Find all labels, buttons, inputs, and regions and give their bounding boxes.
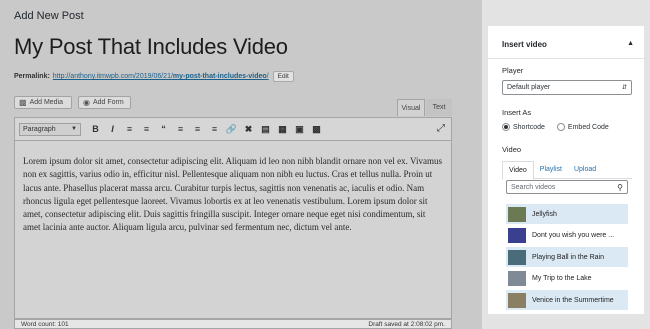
search-videos-input[interactable]: Search videos ⚲ [506, 180, 628, 194]
blockquote-icon[interactable]: “ [155, 124, 172, 134]
video-thumbnail [508, 228, 526, 243]
permalink-link[interactable]: http://anthony.itmwpb.com/2019/06/21/my-… [53, 73, 269, 80]
bulleted-list-icon[interactable]: ≡ [121, 124, 138, 134]
bold-icon[interactable]: B [87, 124, 104, 134]
format-select-value: Paragraph [23, 125, 56, 133]
format-select[interactable]: Paragraph ▼ [19, 122, 81, 136]
align-left-icon[interactable]: ≡ [172, 124, 189, 134]
video-title: Jellyfish [532, 210, 557, 218]
permalink-label: Permalink: [14, 73, 50, 80]
media-icon: ▩ [19, 98, 27, 107]
collapse-arrow-icon[interactable]: ▲ [627, 40, 634, 47]
form-icon: ◉ [83, 98, 90, 107]
insert-video-panel: Insert video ▲ Player Default player ⇵ I… [488, 26, 644, 314]
search-placeholder: Search videos [511, 183, 556, 191]
table-icon[interactable]: ▦ [274, 124, 291, 135]
list-item[interactable]: Playing Ball in the Rain [506, 247, 628, 267]
permalink-slug: my-post-that-includes-video [172, 73, 267, 80]
permalink-row: Permalink: http://anthony.itmwpb.com/201… [14, 71, 294, 82]
insert-as-label: Insert As [502, 108, 532, 117]
editor-toolbar: Paragraph ▼ B I ≡ ≡ “ ≡ ≡ ≡ 🔗 ✖ ▤ ▦ ▣ ▩ … [14, 117, 452, 141]
permalink-trailing: / [266, 73, 269, 80]
permalink-base: http://anthony.itmwpb.com/2019/06/21/ [52, 73, 173, 80]
post-title-input[interactable]: My Post That Includes Video [14, 34, 288, 60]
editor-content[interactable]: Lorem ipsum dolor sit amet, consectetur … [14, 141, 452, 319]
player-select-value: Default player [507, 84, 551, 91]
insert-as-options: Shortcode Embed Code [502, 123, 609, 131]
video-label: Video [502, 145, 522, 154]
video-title: Venice in the Summertime [532, 296, 614, 304]
add-media-label: Add Media [29, 99, 64, 106]
shortcode-label: Shortcode [513, 123, 545, 131]
list-item[interactable]: My Trip to the Lake [506, 269, 628, 289]
updown-arrows-icon: ⇵ [621, 85, 627, 91]
video-thumbnail [508, 292, 526, 308]
list-item[interactable]: Dont you wish you were ... [506, 226, 628, 246]
video-icon[interactable]: ▩ [308, 124, 325, 135]
read-more-icon[interactable]: ▤ [257, 124, 274, 135]
player-label: Player [502, 66, 524, 75]
chevron-down-icon: ▼ [71, 126, 77, 132]
tab-visual[interactable]: Visual [397, 99, 425, 116]
tab-playlist[interactable]: Playlist [534, 161, 568, 178]
search-icon: ⚲ [617, 182, 623, 192]
video-thumbnail [508, 206, 526, 222]
italic-icon[interactable]: I [104, 124, 121, 134]
list-item[interactable]: Jellyfish [506, 204, 628, 224]
word-count: Word count: 101 [21, 320, 69, 328]
add-form-label: Add Form [92, 99, 124, 106]
numbered-list-icon[interactable]: ≡ [138, 124, 155, 134]
panel-divider [488, 58, 644, 59]
tab-video[interactable]: Video [502, 161, 534, 180]
player-select[interactable]: Default player ⇵ [502, 80, 632, 95]
video-list: Jellyfish Dont you wish you were ... Pla… [506, 204, 628, 312]
fullscreen-icon[interactable]: ⤢ [437, 123, 445, 134]
add-media-button[interactable]: ▩ Add Media [14, 96, 72, 109]
embed-code-radio[interactable] [556, 123, 565, 131]
permalink-edit-button[interactable]: Edit [272, 71, 294, 82]
embed-code-label: Embed Code [567, 123, 609, 131]
link-icon[interactable]: 🔗 [223, 124, 240, 135]
add-form-button[interactable]: ◉ Add Form [78, 96, 131, 109]
image-icon[interactable]: ▣ [291, 124, 308, 135]
video-thumbnail [508, 271, 526, 286]
editor-statusbar: Word count: 101 Draft saved at 2:08:02 p… [14, 319, 452, 329]
align-center-icon[interactable]: ≡ [189, 124, 206, 134]
video-thumbnail [508, 249, 526, 265]
video-title: Playing Ball in the Rain [532, 253, 604, 261]
shortcode-radio[interactable] [502, 123, 510, 131]
tab-text[interactable]: Text [426, 99, 452, 116]
video-title: Dont you wish you were ... [532, 232, 615, 239]
tab-upload[interactable]: Upload [568, 161, 602, 178]
video-tabs: Video Playlist Upload [502, 161, 632, 180]
panel-title: Insert video [502, 40, 547, 49]
align-right-icon[interactable]: ≡ [206, 124, 223, 134]
unlink-icon[interactable]: ✖ [240, 124, 257, 135]
video-title: My Trip to the Lake [532, 275, 592, 282]
page-heading: Add New Post [14, 10, 84, 22]
draft-saved-status: Draft saved at 2:08:02 pm. [368, 320, 445, 328]
list-item[interactable]: Venice in the Summertime [506, 290, 628, 310]
